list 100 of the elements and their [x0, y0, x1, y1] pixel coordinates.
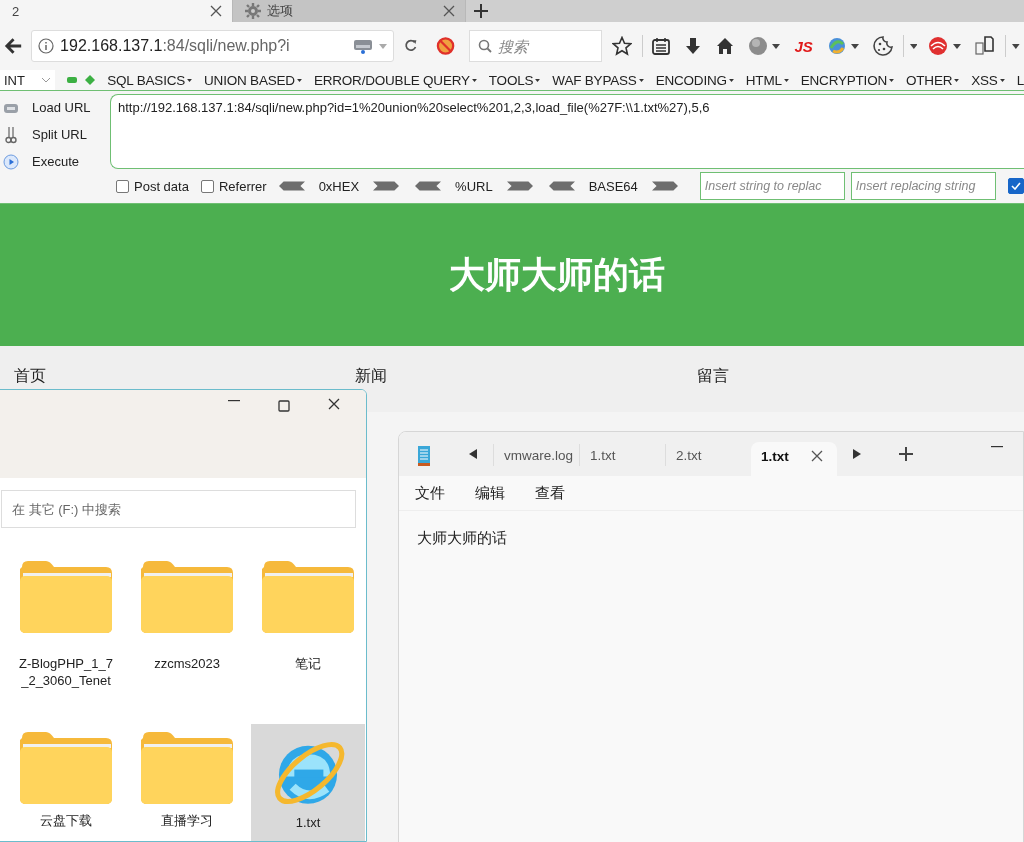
file-name: Z-BlogPHP_1_7_2_3060_Tenet: [18, 655, 114, 689]
caret-icon: [783, 78, 789, 82]
browser-tab[interactable]: 选项: [233, 0, 466, 22]
caret-icon: [728, 78, 734, 82]
caret-icon[interactable]: [1012, 43, 1020, 49]
search-icon: [477, 39, 492, 53]
minus-icon[interactable]: [67, 77, 78, 83]
folder-icon: [20, 732, 112, 804]
home-icon[interactable]: [716, 37, 735, 55]
file-item[interactable]: 笔记: [251, 554, 365, 720]
file-name: zzcms2023: [153, 655, 221, 672]
file-tab[interactable]: vmware.log: [493, 444, 579, 466]
menu-item[interactable]: ENCODING: [655, 72, 734, 88]
download-icon[interactable]: [684, 37, 703, 55]
plus-icon[interactable]: [85, 75, 96, 85]
blocked-icon[interactable]: [435, 36, 455, 56]
file-item[interactable]: Z-BlogPHP_1_7_2_3060_Tenet: [9, 554, 123, 720]
folder-icon: [262, 561, 354, 633]
menu-item[interactable]: WAF BYPASS: [552, 72, 644, 88]
file-item[interactable]: zzcms2023: [130, 554, 244, 720]
clipboard-icon[interactable]: [652, 37, 671, 55]
file-tab[interactable]: 1.txt: [579, 444, 665, 466]
search-input[interactable]: 在 其它 (F:) 中搜索: [12, 501, 312, 517]
scissors-icon: [5, 125, 17, 144]
drive-icon[interactable]: [353, 38, 374, 54]
menu-item[interactable]: ERROR/DOUBLE QUERY: [313, 72, 477, 88]
left-arrow-icon[interactable]: [415, 180, 442, 192]
file-item[interactable]: 1.txt: [251, 724, 365, 841]
js-button[interactable]: JS: [790, 37, 817, 55]
address-bar[interactable]: 192.168.137.1:84/sqli/new.php?i: [31, 30, 395, 62]
left-arrow-icon[interactable]: [469, 449, 477, 459]
minimize-icon[interactable]: [228, 400, 240, 402]
close-icon[interactable]: [210, 5, 222, 17]
menu-item[interactable]: ENCRYPTION: [800, 72, 894, 88]
new-tab-icon[interactable]: [474, 4, 488, 18]
right-arrow-icon[interactable]: [651, 180, 678, 192]
menu-item[interactable]: L: [1016, 72, 1024, 88]
menu-item[interactable]: HTML: [745, 72, 789, 88]
close-icon[interactable]: [328, 398, 340, 410]
caret-icon[interactable]: [850, 43, 859, 49]
menu-item[interactable]: OTHER: [906, 72, 960, 88]
action-button[interactable]: Execute: [2, 150, 110, 173]
search-field[interactable]: 搜索: [468, 30, 602, 62]
cookie-icon[interactable]: [872, 36, 893, 56]
gear-icon: [245, 3, 261, 19]
browser-tab[interactable]: 2: [0, 0, 233, 22]
right-arrow-icon[interactable]: [373, 180, 400, 192]
caret-icon: [889, 78, 894, 82]
file-tab[interactable]: 1.txt: [751, 442, 837, 476]
folder-icon: [20, 561, 112, 633]
menu-item[interactable]: 查看: [535, 483, 565, 503]
chevron-icon: [41, 77, 52, 83]
menu-item[interactable]: 文件: [415, 483, 445, 503]
checkbox[interactable]: Referrer: [200, 178, 267, 194]
info-icon[interactable]: [38, 38, 55, 54]
menu-item[interactable]: UNION BASED: [204, 72, 302, 88]
file-item[interactable]: 直播学习: [130, 724, 244, 841]
search-input[interactable]: 搜索: [497, 37, 588, 55]
replace-field[interactable]: Insert string to replac: [699, 172, 845, 200]
caret-icon: [954, 78, 960, 82]
page-title: 大师大师的话: [448, 252, 665, 297]
nav-link[interactable]: 首页: [14, 367, 46, 384]
left-arrow-icon[interactable]: [548, 180, 575, 192]
menu-item[interactable]: TOOLS: [488, 72, 541, 88]
caret-icon[interactable]: [909, 43, 918, 49]
right-arrow-icon[interactable]: [506, 180, 533, 192]
back-icon[interactable]: [4, 36, 24, 56]
action-button[interactable]: Load URL: [2, 96, 110, 119]
star-icon[interactable]: [611, 36, 632, 56]
url-textarea[interactable]: http://192.168.137.1:84/sqli/new.php?id=1%20union%20select%201,2,3,load_file(%27F:\\1.txt%27),5,6: [110, 94, 1024, 169]
checkbox[interactable]: [1007, 178, 1024, 194]
file-name: 云盘下载: [39, 812, 93, 829]
encoder-label: 0xHEX: [318, 178, 360, 194]
action-button[interactable]: Split URL: [2, 123, 110, 146]
type-select[interactable]: INT: [0, 70, 56, 90]
left-arrow-icon[interactable]: [278, 180, 305, 192]
checkbox[interactable]: Post data: [116, 178, 189, 194]
menu-item[interactable]: SQL BASICS: [107, 72, 193, 88]
windows-icon[interactable]: [975, 36, 996, 56]
url-text: 192.168.137.1:84/sqli/new.php?i: [60, 37, 290, 55]
file-item[interactable]: 云盘下载: [9, 724, 123, 841]
search-field[interactable]: 在 其它 (F:) 中搜索: [1, 490, 356, 528]
new-tab-icon[interactable]: [899, 447, 913, 461]
encoder-label: BASE64: [588, 178, 638, 194]
nav-link[interactable]: 新闻: [354, 367, 387, 384]
minimize-icon[interactable]: [991, 446, 1003, 448]
replacing-field[interactable]: Insert replacing string: [850, 172, 996, 200]
caret-icon: [296, 78, 302, 82]
caret-icon[interactable]: [772, 43, 781, 49]
nav-link[interactable]: 留言: [697, 367, 730, 384]
caret-icon: [999, 78, 1005, 82]
menu-item[interactable]: 编辑: [475, 483, 505, 503]
caret-icon[interactable]: [953, 43, 962, 49]
maximize-icon[interactable]: [278, 400, 290, 412]
close-icon[interactable]: [811, 450, 823, 462]
right-arrow-icon[interactable]: [853, 449, 861, 459]
select-value: INT: [4, 72, 25, 88]
checkmark-icon: [1010, 182, 1021, 190]
menu-item[interactable]: XSS: [971, 72, 1005, 88]
reload-icon[interactable]: [404, 39, 418, 53]
